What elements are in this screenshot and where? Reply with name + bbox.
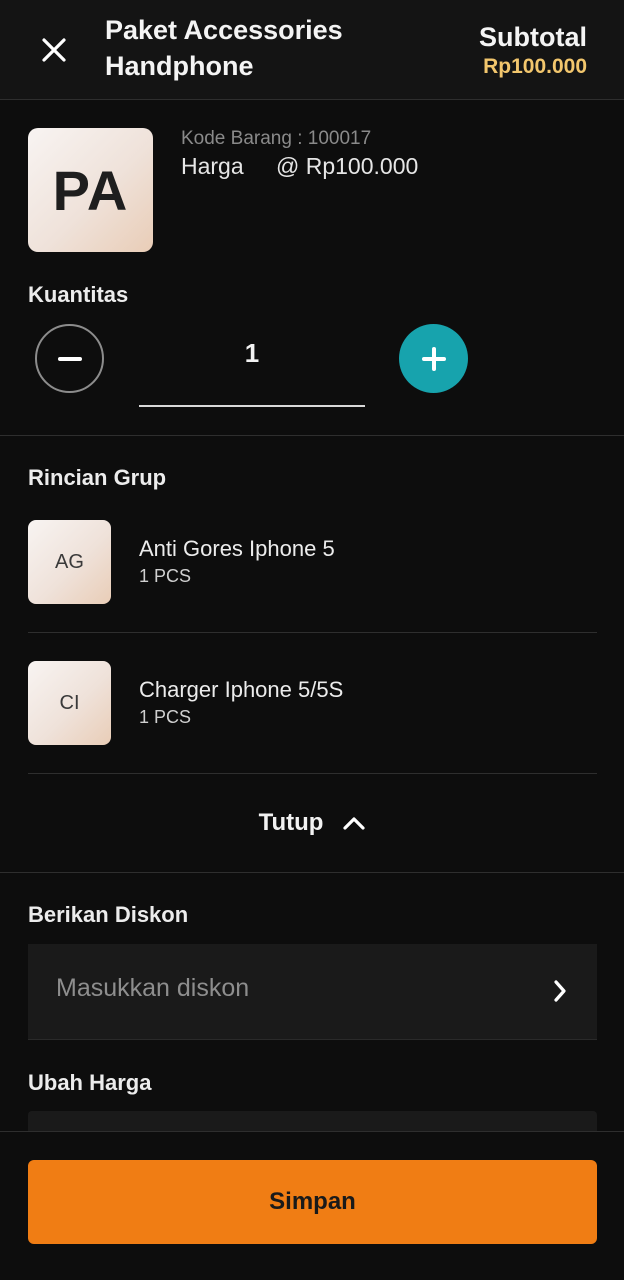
decrease-quantity-button[interactable] (35, 324, 104, 393)
item-quantity: 1 PCS (139, 707, 192, 727)
quantity-field[interactable]: 1 (139, 328, 365, 407)
close-icon (42, 38, 66, 62)
footer: Simpan (0, 1131, 624, 1280)
chevron-right-icon (554, 980, 566, 1002)
subtotal-label: Subtotal (479, 22, 587, 52)
increase-quantity-button[interactable] (399, 324, 468, 393)
subtotal: Subtotal Rp100.000 (479, 20, 587, 80)
product-thumbnail: PA (28, 128, 153, 252)
change-price-label: Ubah Harga (28, 1070, 152, 1095)
subtotal-value: Rp100.000 (483, 55, 587, 78)
collapse-button[interactable]: Tutup (0, 800, 624, 846)
close-button[interactable] (30, 30, 78, 70)
list-item: CI Charger Iphone 5/5S 1 PCS (28, 661, 597, 745)
divider (0, 435, 624, 436)
group-title: Rincian Grup (28, 465, 167, 490)
discount-input[interactable]: Masukkan diskon (28, 944, 597, 1040)
item-name: Anti Gores Iphone 5 (139, 536, 335, 561)
item-name: Charger Iphone 5/5S (139, 677, 344, 702)
price-value: @ Rp100.000 (276, 153, 419, 179)
minus-icon (57, 356, 82, 361)
quantity-label: Kuantitas (28, 282, 129, 307)
list-item: AG Anti Gores Iphone 5 1 PCS (28, 520, 597, 604)
divider (28, 632, 597, 633)
quantity-value[interactable]: 1 (139, 338, 365, 369)
discount-label: Berikan Diskon (28, 902, 189, 927)
price-row: Harga @ Rp100.000 (181, 153, 418, 180)
divider (28, 773, 597, 774)
item-thumbnail: AG (28, 520, 111, 604)
divider (0, 872, 624, 873)
item-quantity: 1 PCS (139, 566, 192, 586)
plus-icon-vertical (431, 346, 436, 371)
collapse-label: Tutup (258, 809, 324, 836)
price-label: Harga (181, 153, 244, 179)
page-title: Paket Accessories Handphone (105, 15, 343, 81)
change-price-input[interactable] (28, 1111, 597, 1131)
item-thumbnail: CI (28, 661, 111, 745)
item-code: Kode Barang : 100017 (181, 128, 372, 149)
discount-placeholder: Masukkan diskon (56, 974, 250, 1002)
save-button[interactable]: Simpan (28, 1160, 597, 1244)
chevron-up-icon (343, 817, 366, 830)
header: Paket Accessories Handphone Subtotal Rp1… (0, 0, 624, 100)
